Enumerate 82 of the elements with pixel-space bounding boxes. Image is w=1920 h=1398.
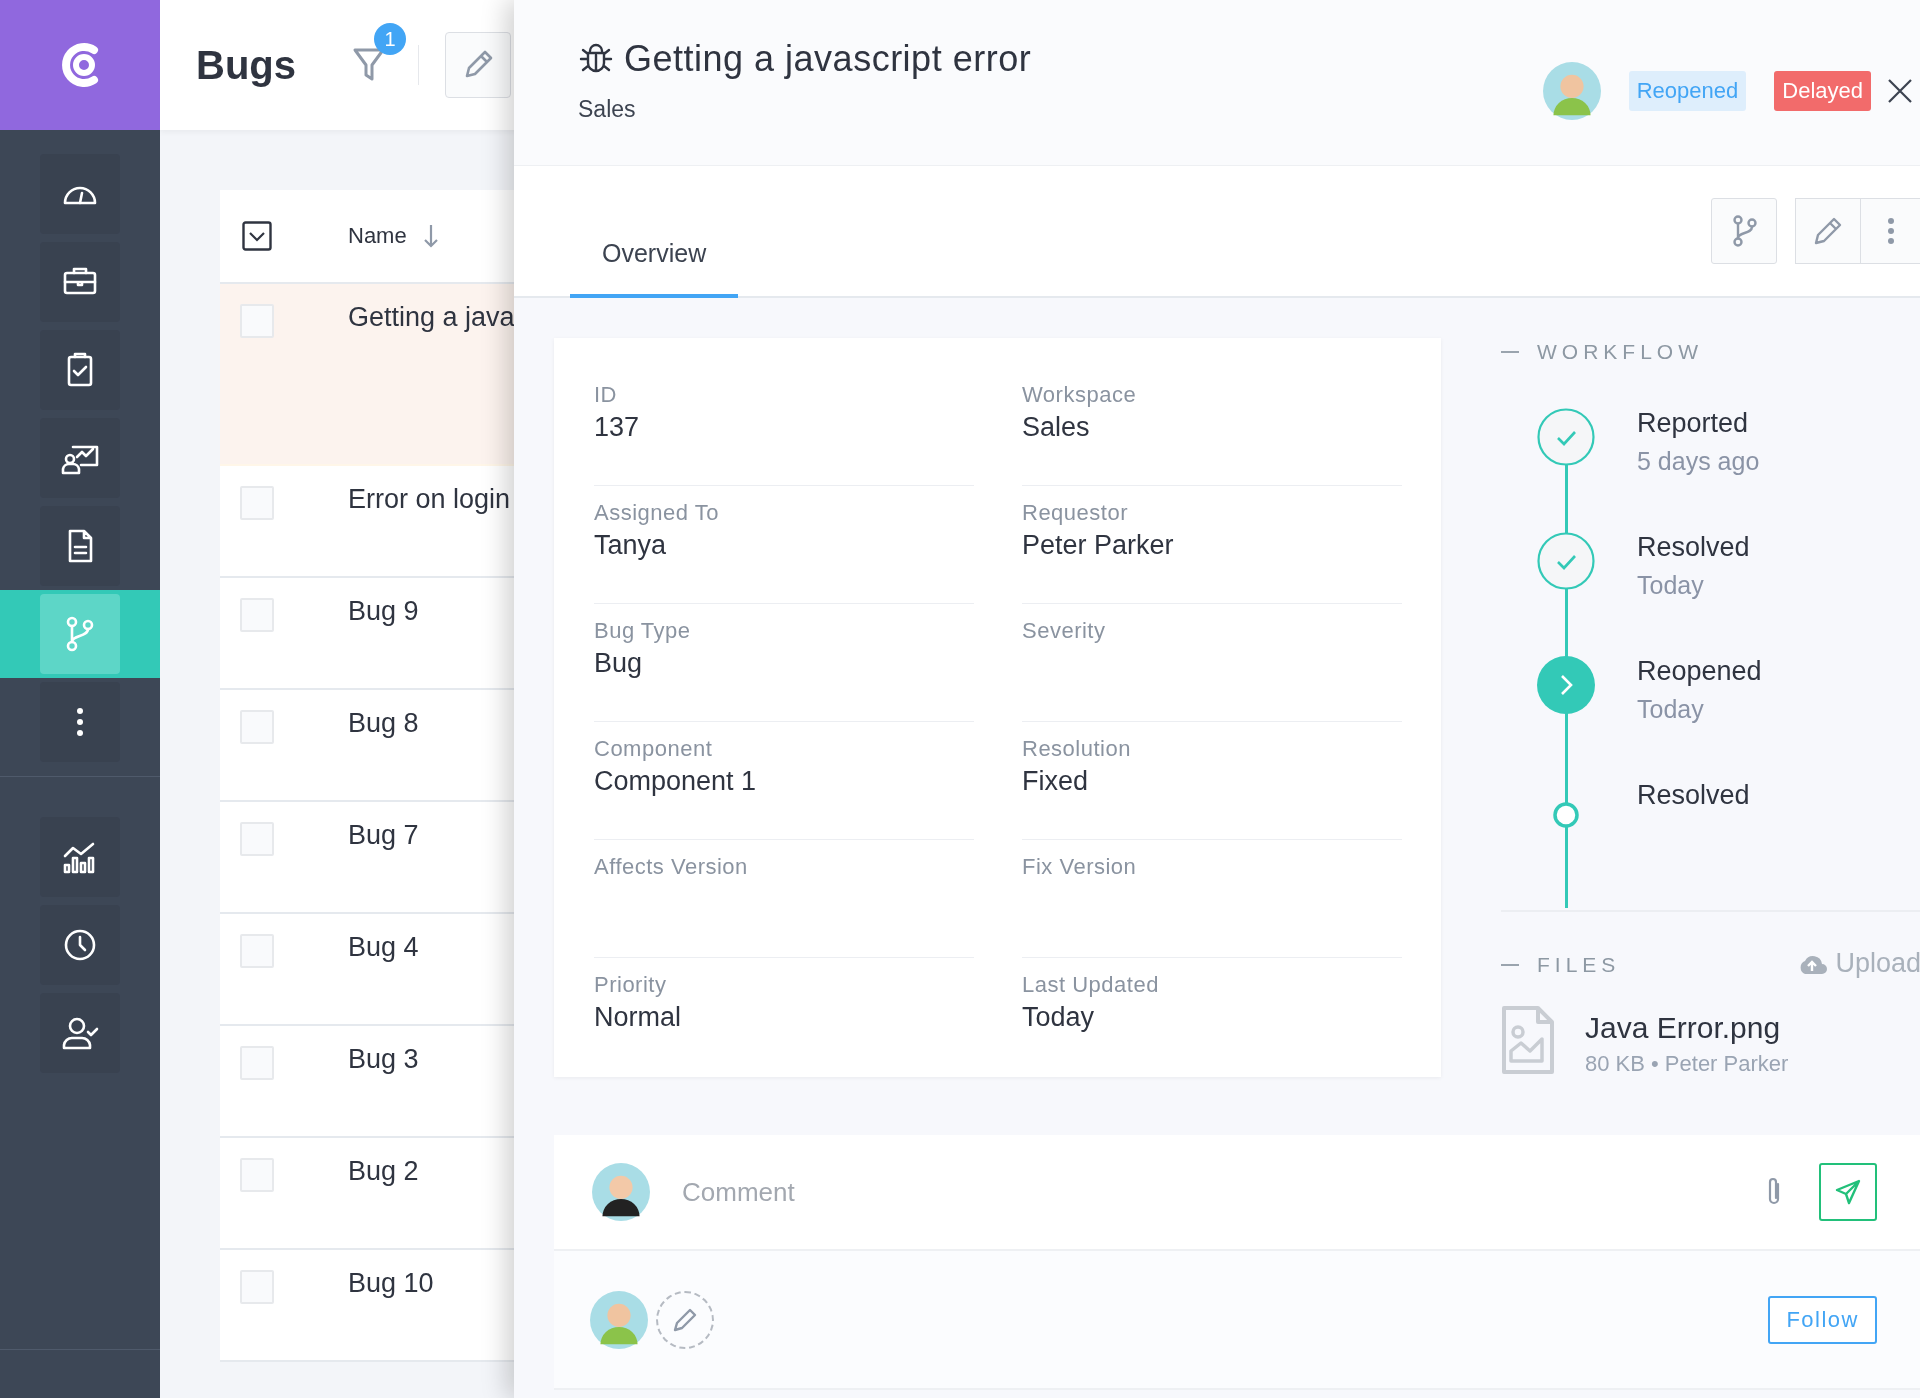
table-row[interactable]: Getting a java <box>220 284 514 466</box>
field-value: Tanya <box>594 530 667 561</box>
row-name: Bug 9 <box>348 596 419 627</box>
sidebar-item[interactable] <box>40 993 120 1073</box>
field-label: Workspace <box>1022 382 1137 408</box>
filter-count-badge: 1 <box>374 23 406 55</box>
row-name: Bug 8 <box>348 708 419 739</box>
field-label: Requestor <box>1022 500 1128 526</box>
tab[interactable]: Overview <box>570 212 739 298</box>
row-name: Bug 7 <box>348 820 419 851</box>
select-all-checkbox[interactable] <box>242 221 272 251</box>
step-time: 5 days ago <box>1637 447 1760 476</box>
send-button[interactable] <box>1819 1163 1877 1221</box>
field-label: Bug Type <box>594 618 691 644</box>
field-label: Last Updated <box>1022 972 1159 998</box>
step-name: Reopened <box>1637 656 1762 687</box>
field-label: Assigned To <box>594 500 719 526</box>
row-checkbox[interactable] <box>240 1046 274 1080</box>
field-label: ID <box>594 382 617 408</box>
sidebar-item[interactable] <box>40 905 120 985</box>
field-value: Sales <box>1022 412 1090 443</box>
row-name: Error on login <box>348 484 511 515</box>
row-checkbox[interactable] <box>240 710 274 744</box>
field-label: Resolution <box>1022 736 1131 762</box>
step-time: Today <box>1637 571 1704 600</box>
file-meta: 80 KB • Peter Parker <box>1585 1051 1789 1077</box>
row-checkbox[interactable] <box>240 822 274 856</box>
panel-subtitle: Sales <box>578 96 636 123</box>
image-file-icon <box>1501 1005 1555 1075</box>
edit-button[interactable] <box>445 32 511 98</box>
field-label: Affects Version <box>594 854 748 880</box>
section-heading: FILES <box>1537 952 1621 977</box>
status-badge: Reopened <box>1628 71 1747 111</box>
status-badge: Delayed <box>1774 71 1871 111</box>
step-time: Today <box>1637 695 1704 724</box>
more-button[interactable] <box>1861 198 1920 264</box>
row-checkbox[interactable] <box>240 598 274 632</box>
comment-field[interactable]: Comment <box>680 1166 1765 1218</box>
field-label: Component <box>594 736 713 762</box>
sidebar-item[interactable] <box>40 817 120 897</box>
field-label: Fix Version <box>1022 854 1137 880</box>
avatar-icon <box>592 1163 650 1221</box>
edit-button[interactable] <box>1795 198 1861 264</box>
field-value: Peter Parker <box>1022 530 1174 561</box>
field-value: Normal <box>594 1002 681 1033</box>
row-name: Bug 3 <box>348 1044 419 1075</box>
panel-title: Getting a javascript error <box>624 38 1032 80</box>
field-value: Component 1 <box>594 766 757 797</box>
row-name: Bug 4 <box>348 932 419 963</box>
field-value: Fixed <box>1022 766 1089 797</box>
row-name: Bug 2 <box>348 1156 419 1187</box>
sidebar-item[interactable] <box>40 242 120 322</box>
page-title: Bugs <box>196 42 296 88</box>
step-name: Resolved <box>1637 780 1750 811</box>
row-checkbox[interactable] <box>240 1158 274 1192</box>
row-name: Getting a java <box>348 302 514 333</box>
row-checkbox[interactable] <box>240 1270 274 1304</box>
row-checkbox[interactable] <box>240 934 274 968</box>
file-name[interactable]: Java Error.png <box>1585 1011 1781 1045</box>
avatar-icon <box>590 1290 648 1349</box>
field-label: Priority <box>594 972 667 998</box>
sort-arrow-icon[interactable] <box>422 223 439 249</box>
add-follower-button[interactable] <box>656 1290 714 1349</box>
field-value: Bug <box>594 648 643 679</box>
column-header[interactable]: Name <box>348 223 407 249</box>
more-icon <box>77 708 83 736</box>
avatar-icon <box>1542 62 1601 120</box>
field-value: Today <box>1022 1002 1095 1033</box>
sidebar-item[interactable] <box>40 418 120 498</box>
field-value: 137 <box>594 412 640 443</box>
send-icon <box>1834 1178 1862 1206</box>
workflow-button[interactable] <box>1711 198 1777 264</box>
step-name: Resolved <box>1637 532 1750 563</box>
sidebar-item[interactable] <box>40 154 120 234</box>
sidebar-item[interactable] <box>40 330 120 410</box>
field-label: Severity <box>1022 618 1106 644</box>
row-checkbox[interactable] <box>240 486 274 520</box>
section-heading: WORKFLOW <box>1537 340 1703 364</box>
more-icon <box>1887 217 1895 245</box>
row-name: Bug 10 <box>348 1268 434 1299</box>
step-name: Reported <box>1637 408 1749 439</box>
sidebar-item[interactable] <box>40 506 120 586</box>
